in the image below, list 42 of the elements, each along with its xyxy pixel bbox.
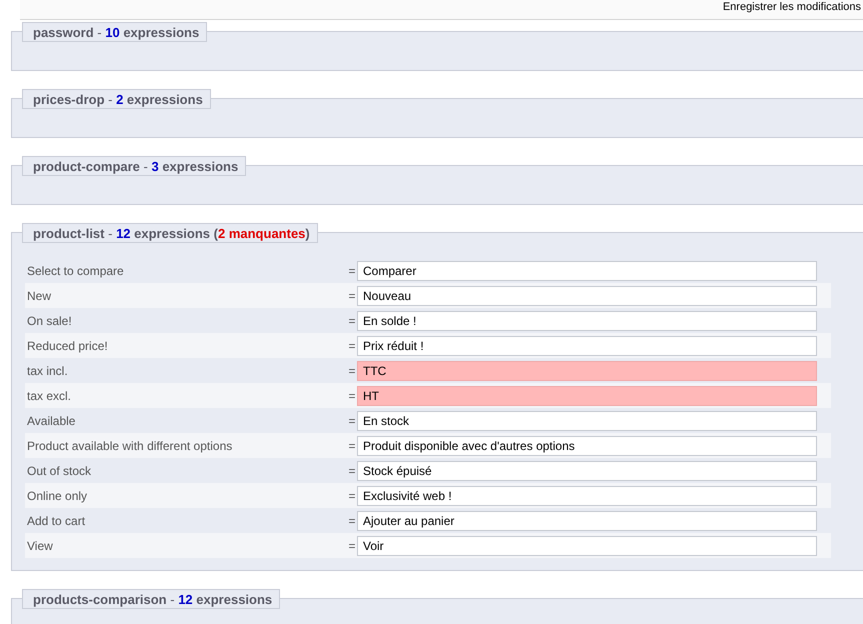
equals-sign: = <box>347 414 356 428</box>
expression-label: New <box>26 288 52 302</box>
equals-sign: = <box>347 314 356 328</box>
section-legend[interactable]: prices-drop - 2 expressions <box>22 89 211 109</box>
section-legend[interactable]: password - 10 expressions <box>22 22 208 42</box>
equals-sign: = <box>347 464 356 478</box>
expression-label: Add to cart <box>26 514 86 528</box>
translation-field[interactable]: Comparer <box>357 260 817 280</box>
translation-field[interactable]: Nouveau <box>357 286 817 306</box>
expression-label: Online only <box>26 488 88 502</box>
equals-sign: = <box>347 338 356 352</box>
expression-label: On sale! <box>26 314 73 328</box>
equals-sign: = <box>347 264 356 278</box>
translation-field[interactable]: Exclusivité web ! <box>357 486 817 506</box>
section-legend[interactable]: products-comparison - 12 expressions <box>22 589 280 609</box>
translation-field[interactable]: HT <box>357 386 817 406</box>
expression-label: Product available with different options <box>26 438 234 452</box>
equals-sign: = <box>347 438 356 452</box>
translation-field[interactable]: Voir <box>357 536 817 556</box>
translation-field[interactable]: Produit disponible avec d'autres options <box>357 436 817 456</box>
translation-field[interactable]: TTC <box>357 360 817 380</box>
translation-field[interactable]: Prix réduit ! <box>357 336 817 356</box>
expression-label: View <box>26 538 54 552</box>
section-legend[interactable]: product-list - 12 expressions (2 manquantes) <box>22 223 318 243</box>
translation-field[interactable]: En stock <box>357 410 817 430</box>
expression-label: Reduced price! <box>26 338 109 352</box>
equals-sign: = <box>347 538 356 552</box>
translation-field[interactable]: Stock épuisé <box>357 460 817 480</box>
expression-label: tax excl. <box>26 388 72 402</box>
section-legend[interactable]: product-compare - 3 expressions <box>22 156 246 176</box>
equals-sign: = <box>347 288 356 302</box>
translation-field[interactable]: Ajouter au panier <box>357 510 817 530</box>
equals-sign: = <box>347 514 356 528</box>
expression-label: Out of stock <box>26 464 92 478</box>
equals-sign: = <box>347 488 356 502</box>
equals-sign: = <box>347 364 356 378</box>
save-link[interactable]: Enregistrer les modifications <box>722 1 861 13</box>
expression-label: tax incl. <box>26 364 69 378</box>
equals-sign: = <box>347 388 356 402</box>
translation-field[interactable]: En solde ! <box>357 310 817 330</box>
expression-label: Select to compare <box>26 264 125 278</box>
expression-label: Available <box>26 414 76 428</box>
